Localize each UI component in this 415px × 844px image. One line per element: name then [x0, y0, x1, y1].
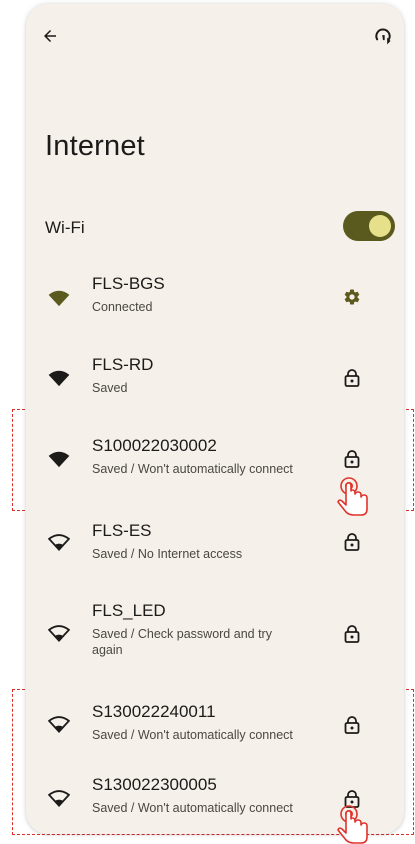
network-status: Saved / No Internet access — [92, 547, 243, 561]
network-item-s100022030002[interactable]: S100022030002 Saved / Won't automaticall… — [26, 428, 404, 488]
network-status: Connected — [92, 300, 153, 314]
wifi-signal-outline-icon — [48, 534, 70, 551]
lock-icon — [344, 716, 360, 734]
network-name: FLS-RD — [92, 355, 154, 374]
lock-indicator — [342, 624, 362, 644]
network-name: FLS-ES — [92, 521, 152, 540]
network-item-fls-rd[interactable]: FLS-RD Saved — [26, 347, 404, 407]
network-item-s130022240011[interactable]: S130022240011 Saved / Won't automaticall… — [26, 694, 404, 754]
wifi-signal-full-icon — [48, 290, 70, 307]
back-button[interactable] — [38, 24, 62, 48]
settings-gear-icon — [344, 289, 360, 305]
lock-icon — [344, 625, 360, 643]
wifi-signal-full-icon — [48, 370, 70, 387]
network-name: S100022030002 — [92, 436, 217, 455]
lock-indicator — [342, 368, 362, 388]
network-status: Saved — [92, 381, 128, 395]
network-name: S130022300005 — [92, 775, 217, 794]
network-status: Saved / Won't automatically connect — [92, 462, 293, 476]
wifi-toggle-row[interactable]: Wi-Fi — [26, 206, 404, 248]
page-title: Internet — [45, 130, 145, 162]
help-feedback-button[interactable] — [372, 25, 394, 47]
lock-icon — [344, 369, 360, 387]
lock-indicator — [342, 532, 362, 552]
lock-icon — [344, 450, 360, 468]
toggle-knob — [369, 215, 391, 237]
network-status: Saved / Won't automatically connect — [92, 728, 293, 742]
lock-indicator — [342, 715, 362, 735]
network-status: Saved / Won't automatically connect — [92, 801, 293, 815]
wifi-signal-outline-icon — [48, 790, 70, 807]
lock-icon — [344, 790, 360, 808]
network-name: FLS_LED — [92, 601, 166, 620]
network-item-fls-es[interactable]: FLS-ES Saved / No Internet access — [26, 514, 404, 574]
wifi-signal-outline-icon — [48, 625, 70, 642]
network-settings-button[interactable] — [342, 287, 362, 307]
lock-icon — [344, 533, 360, 551]
lock-indicator — [342, 789, 362, 809]
help-feedback-icon — [375, 28, 391, 45]
wifi-toggle-switch[interactable] — [343, 211, 395, 241]
arrow-back-icon — [44, 30, 56, 42]
network-item-s130022300005[interactable]: S130022300005 Saved / Won't automaticall… — [26, 767, 404, 827]
wifi-label: Wi-Fi — [45, 218, 85, 237]
network-name: FLS-BGS — [92, 274, 165, 293]
top-app-bar — [26, 4, 404, 64]
network-name: S130022240011 — [92, 702, 216, 721]
lock-indicator — [342, 449, 362, 469]
wifi-signal-outline-icon — [48, 716, 70, 733]
network-item-fls-bgs[interactable]: FLS-BGS Connected — [26, 266, 404, 330]
phone-screen: Internet Wi-Fi FLS-BGS Connected FLS-RD … — [26, 4, 404, 834]
wifi-signal-full-icon — [48, 451, 70, 468]
network-item-fls-led[interactable]: FLS_LED Saved / Check password and try a… — [26, 594, 404, 674]
network-status: Saved / Check password and try again — [92, 627, 272, 657]
